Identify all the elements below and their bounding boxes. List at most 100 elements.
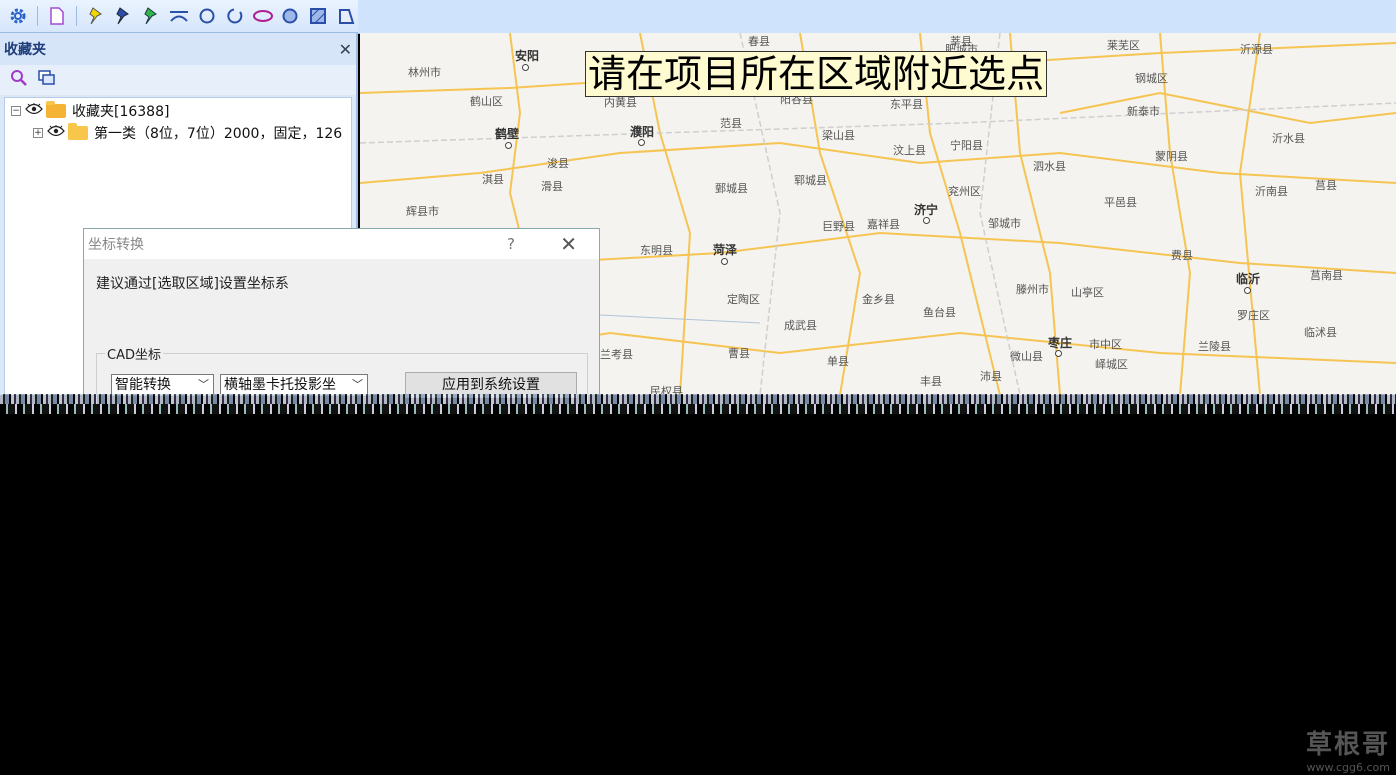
map-label: 梁山县 — [822, 129, 855, 142]
group-label: CAD坐标 — [105, 344, 163, 363]
map-label: 嘉祥县 — [867, 218, 900, 231]
watermark-url: www.cgg6.com — [1306, 761, 1390, 774]
map-label: 鹤壁 — [495, 127, 520, 141]
render-glitch-band — [0, 404, 1396, 414]
hatched-square-icon[interactable] — [306, 4, 330, 28]
circle-icon[interactable] — [195, 4, 219, 28]
toolbar-separator — [75, 6, 77, 26]
chevron-down-icon: ﹀ — [352, 378, 363, 391]
page-icon[interactable] — [45, 4, 69, 28]
gear-icon[interactable] — [6, 4, 30, 28]
map-label: 鹤山区 — [470, 95, 503, 108]
panel-title: 收藏夹 — [4, 42, 46, 58]
map-label: 峄城区 — [1095, 358, 1128, 371]
map-label: 山亭区 — [1071, 286, 1104, 299]
city-dot — [1244, 287, 1251, 294]
map-label: 莱芜区 — [1107, 39, 1140, 52]
tree-child-label: 第一类（8位，7位）2000，固定，126 — [94, 126, 343, 142]
map-label: 曹县 — [728, 347, 750, 360]
folder-open-icon — [46, 101, 66, 118]
copy-windows-icon[interactable] — [38, 70, 56, 90]
map-label: 济宁 — [914, 203, 939, 217]
map-label: 春县 — [748, 35, 770, 48]
map-label: 淇县 — [482, 173, 504, 186]
folder-icon — [68, 123, 88, 140]
tree-node-child[interactable]: + 第一类（8位，7位）2000，固定，126 — [5, 122, 351, 144]
map-label: 定陶区 — [727, 293, 760, 306]
map-label: 平邑县 — [1104, 196, 1137, 209]
dialog-message: 建议通过[选取区域]设置坐标系 — [96, 276, 289, 292]
arc-icon[interactable] — [167, 4, 191, 28]
watermark-title: 草根哥 — [1305, 730, 1390, 760]
map-label: 单县 — [827, 355, 849, 368]
city-dot — [721, 258, 728, 265]
expand-icon[interactable]: + — [33, 128, 43, 138]
map-label: 鄄城县 — [715, 182, 748, 195]
map-instruction-banner: 请在项目所在区域附近选点 — [585, 51, 1048, 97]
map-label: 巨野县 — [822, 220, 855, 233]
map-label: 莒县 — [1315, 179, 1337, 192]
map-label: 沂源县 — [1240, 43, 1273, 56]
coordinate-dialog: 坐标转换 ? ✕ 建议通过[选取区域]设置坐标系 CAD坐标 智能转换 ﹀ 横轴… — [83, 228, 600, 405]
close-icon[interactable]: ✕ — [560, 232, 577, 256]
map-label: 东明县 — [640, 244, 673, 257]
map-label: 罗庄区 — [1237, 309, 1270, 322]
pin-green-icon[interactable] — [139, 4, 163, 28]
map-label: 郓城县 — [794, 174, 827, 187]
map-label: 新泰市 — [1127, 105, 1160, 118]
dialog-titlebar: 坐标转换 ? ✕ — [84, 229, 599, 259]
map-label: 莒南县 — [1310, 269, 1343, 282]
dialog-title: 坐标转换 — [88, 237, 144, 253]
map-label: 辉县市 — [406, 205, 439, 218]
tree-node-root[interactable]: − 收藏夹[16388] — [5, 100, 351, 122]
map-label: 邹城市 — [988, 217, 1021, 230]
city-dot — [522, 64, 529, 71]
combo-value: 智能转换 — [115, 377, 171, 393]
map-label: 泗水县 — [1033, 160, 1066, 173]
collapse-icon[interactable]: − — [11, 106, 21, 116]
filled-circle-icon[interactable] — [278, 4, 302, 28]
map-label: 金乡县 — [862, 293, 895, 306]
ellipse-icon[interactable] — [251, 4, 275, 28]
map-label: 兰考县 — [600, 348, 633, 361]
map-label: 沛县 — [980, 370, 1002, 383]
map-label: 滑县 — [541, 180, 563, 193]
map-label: 宁阳县 — [950, 139, 983, 152]
combo-value: 横轴墨卡托投影坐 — [224, 377, 336, 393]
eye-icon[interactable] — [47, 125, 65, 141]
map-label: 菏泽 — [713, 243, 738, 257]
map-label: 市中区 — [1089, 338, 1122, 351]
main-toolbar — [0, 0, 358, 33]
conversion-mode-select[interactable]: 智能转换 ﹀ — [111, 374, 214, 396]
toolbar-separator — [36, 6, 38, 26]
projection-select[interactable]: 横轴墨卡托投影坐 ﹀ — [220, 374, 368, 396]
map-label: 微山县 — [1010, 350, 1043, 363]
map-label: 丰县 — [920, 375, 942, 388]
map-label: 兰陵县 — [1198, 340, 1231, 353]
chevron-down-icon: ﹀ — [198, 378, 209, 391]
map-label: 林州市 — [408, 66, 441, 79]
map-label: 兖州区 — [948, 185, 981, 198]
open-circle-icon[interactable] — [223, 4, 247, 28]
panel-tools — [0, 65, 356, 95]
map-label: 沂南县 — [1255, 185, 1288, 198]
city-dot — [638, 139, 645, 146]
polygon-icon[interactable] — [334, 4, 358, 28]
eye-icon[interactable] — [25, 103, 43, 119]
map-label: 滕州市 — [1016, 283, 1049, 296]
map-label: 东平县 — [890, 98, 923, 111]
map-label: 费县 — [1171, 249, 1193, 262]
map-label: 成武县 — [784, 319, 817, 332]
panel-header: 收藏夹 ✕ — [0, 33, 356, 65]
map-label: 濮阳 — [630, 125, 655, 139]
pin-yellow-icon[interactable] — [84, 4, 108, 28]
map-label: 范县 — [720, 117, 742, 130]
map-label: 安阳 — [515, 49, 540, 63]
pin-blue-icon[interactable] — [111, 4, 135, 28]
close-icon[interactable]: ✕ — [339, 40, 352, 59]
map-label: 钢城区 — [1135, 72, 1168, 85]
help-icon[interactable]: ? — [507, 235, 515, 253]
map-label: 临沂 — [1236, 272, 1261, 286]
search-icon[interactable] — [10, 69, 28, 91]
map-label: 沂水县 — [1272, 132, 1305, 145]
